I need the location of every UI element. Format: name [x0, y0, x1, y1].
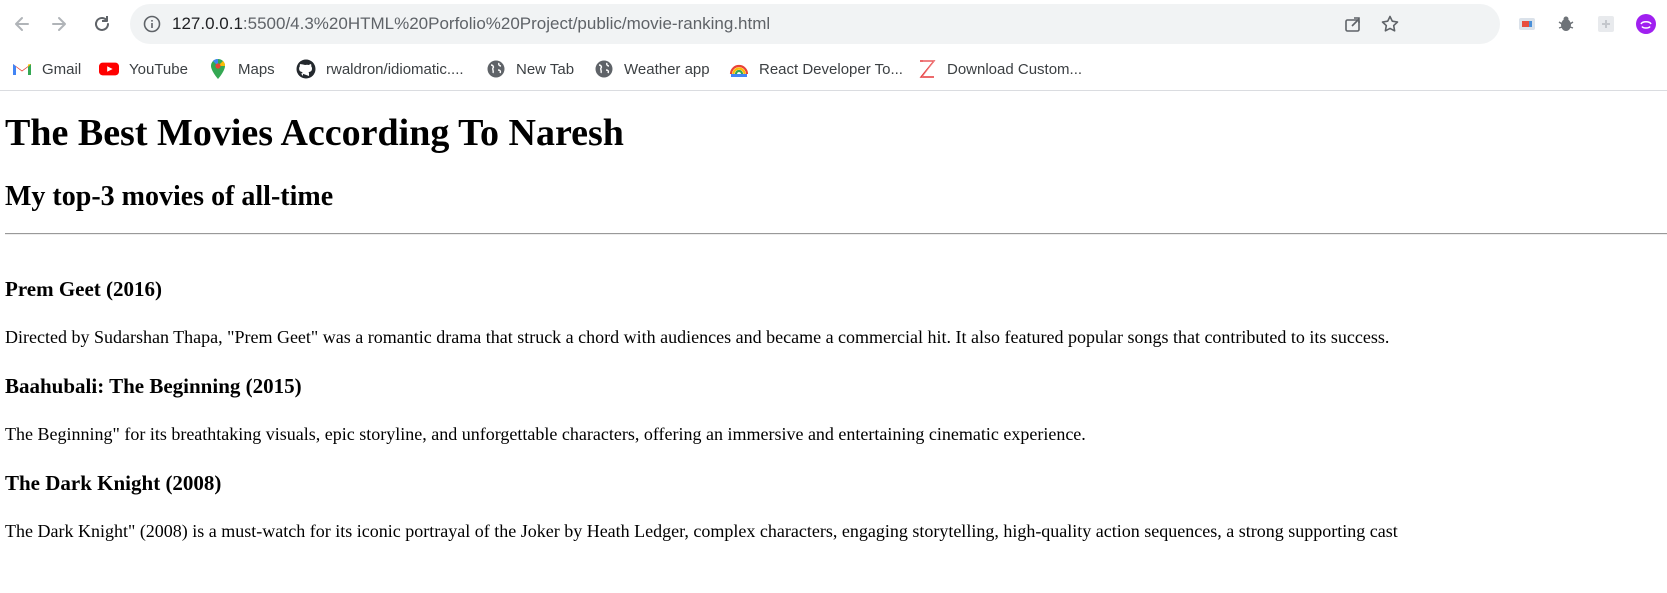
movie-heading: Baahubali: The Beginning (2015): [5, 374, 302, 398]
url-host: 127.0.0.1: [172, 14, 243, 33]
extension-icon[interactable]: [1594, 12, 1618, 36]
forward-arrow-icon: [52, 17, 66, 31]
globe-icon: [486, 59, 506, 79]
bookmark-weather-app[interactable]: Weather app: [594, 57, 710, 81]
rainbow-icon: [729, 59, 749, 79]
bookmark-maps[interactable]: Maps: [208, 57, 275, 81]
movie-description: Directed by Sudarshan Thapa, "Prem Geet"…: [5, 327, 1390, 347]
bookmark-label: Download Custom...: [947, 60, 1083, 78]
movie-heading: Prem Geet (2016): [5, 277, 163, 301]
movie-description: The Beginning" for its breathtaking visu…: [5, 424, 1086, 444]
bookmark-label: React Developer To...: [759, 60, 903, 78]
tab-search-icon[interactable]: [1515, 12, 1539, 36]
bookmark-label: Gmail: [42, 60, 82, 78]
bookmarks-bar: Gmail YouTube Maps rwaldron/idiomatic...…: [0, 48, 1667, 91]
share-icon[interactable]: [1341, 12, 1365, 36]
bookmark-react-developer-tools[interactable]: React Developer To...: [729, 57, 903, 81]
bug-extension-icon[interactable]: [1554, 12, 1578, 36]
bookmark-github[interactable]: rwaldron/idiomatic....: [296, 57, 464, 81]
bookmark-label: New Tab: [516, 60, 575, 78]
page-subtitle: My top-3 movies of all-time: [5, 181, 334, 212]
address-bar[interactable]: 127.0.0.1:5500/4.3%20HTML%20Porfolio%20P…: [130, 4, 1500, 44]
bookmark-star-icon[interactable]: [1378, 12, 1402, 36]
page-title: The Best Movies According To Naresh: [5, 112, 624, 154]
maps-icon: [208, 59, 228, 79]
gmail-icon: [12, 59, 32, 79]
back-button[interactable]: [7, 9, 37, 39]
youtube-icon: [99, 59, 119, 79]
site-info-icon[interactable]: [140, 12, 164, 36]
bookmark-download-custom[interactable]: Download Custom...: [917, 57, 1082, 81]
back-arrow-icon: [15, 17, 29, 31]
bookmark-label: Weather app: [624, 60, 710, 78]
bookmark-label: Maps: [238, 60, 275, 78]
reload-icon: [95, 16, 109, 31]
page-content: The Best Movies According To Naresh My t…: [0, 91, 1667, 593]
bookmark-gmail[interactable]: Gmail: [12, 57, 81, 81]
bookmark-new-tab[interactable]: New Tab: [486, 57, 574, 81]
divider: [5, 233, 1667, 235]
bookmark-label: rwaldron/idiomatic....: [326, 60, 464, 78]
url-path: :5500/4.3%20HTML%20Porfolio%20Project/pu…: [242, 14, 771, 33]
bookmark-label: YouTube: [129, 60, 188, 78]
bookmark-youtube[interactable]: YouTube: [99, 57, 188, 81]
movie-heading: The Dark Knight (2008): [5, 471, 222, 495]
forward-button[interactable]: [44, 9, 74, 39]
movie-description: The Dark Knight" (2008) is a must-watch …: [5, 521, 1398, 541]
github-icon: [296, 59, 316, 79]
browser-toolbar: 127.0.0.1:5500/4.3%20HTML%20Porfolio%20P…: [0, 0, 1667, 48]
reload-button[interactable]: [87, 9, 117, 39]
profile-avatar[interactable]: [1634, 12, 1658, 36]
z-logo-icon: [917, 59, 937, 79]
globe-icon: [594, 59, 614, 79]
url-text[interactable]: 127.0.0.1:5500/4.3%20HTML%20Porfolio%20P…: [172, 4, 770, 44]
